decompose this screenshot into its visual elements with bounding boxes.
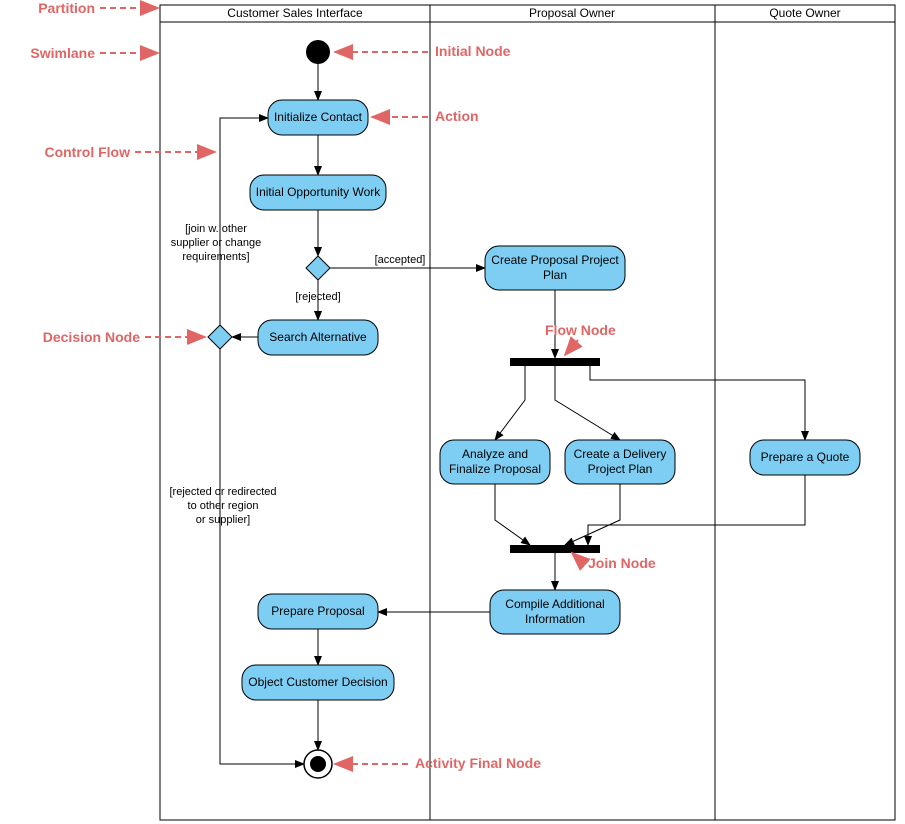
lane-header-1: Customer Sales Interface: [227, 6, 363, 20]
anno-arrow-flow-node: [565, 340, 578, 355]
label-object-customer: Object Customer Decision: [248, 675, 387, 689]
flow-fork-to-quote: [590, 366, 805, 440]
label-create-proposal-plan-1: Create Proposal Project: [491, 253, 619, 267]
label-analyze-2: Finalize Proposal: [449, 462, 541, 476]
annotation-partition: Partition: [38, 0, 95, 16]
decision-accept-reject: [306, 256, 330, 280]
annotation-join-node: Join Node: [588, 555, 656, 571]
label-compile-1: Compile Additional: [505, 597, 604, 611]
lane-header-3: Quote Owner: [769, 6, 840, 20]
guard-join1: [join w. other: [185, 223, 247, 235]
initial-node: [306, 40, 330, 64]
decision-alternative: [208, 325, 232, 349]
label-initial-opportunity: Initial Opportunity Work: [256, 185, 381, 199]
flow-analyze-to-join: [495, 484, 530, 545]
label-delivery-2: Project Plan: [588, 462, 653, 476]
lane-header-2: Proposal Owner: [529, 6, 615, 20]
flow-loop-back: [220, 118, 268, 325]
annotation-control-flow: Control Flow: [44, 144, 130, 160]
guard-accepted: [accepted]: [375, 254, 426, 266]
guard-rejected: [rejected]: [295, 291, 340, 303]
flow-fork-to-analyze: [495, 366, 525, 440]
annotation-initial-node: Initial Node: [435, 43, 511, 59]
label-delivery-1: Create a Delivery: [574, 447, 667, 461]
guard-join3: requirements]: [182, 251, 249, 263]
activity-final-node: [304, 750, 332, 778]
guard-redirect1: [rejected or redirected: [170, 486, 277, 498]
annotation-action: Action: [435, 108, 479, 124]
guard-join2: supplier or change: [171, 237, 262, 249]
flow-delivery-to-join: [565, 484, 620, 545]
join-node: [510, 545, 600, 553]
annotation-activity-final: Activity Final Node: [415, 755, 541, 771]
label-prepare-quote: Prepare a Quote: [761, 450, 850, 464]
flow-quote-to-join: [588, 475, 805, 545]
label-analyze-1: Analyze and: [462, 447, 528, 461]
annotation-swimlane: Swimlane: [30, 45, 95, 61]
annotation-flow-node: Flow Node: [545, 322, 616, 338]
anno-arrow-join-node: [572, 553, 582, 562]
flow-to-final-left: [220, 349, 304, 764]
label-initialize-contact: Initialize Contact: [274, 110, 363, 124]
guard-redirect3: or supplier]: [196, 514, 250, 526]
label-search-alternative: Search Alternative: [269, 330, 367, 344]
fork-node: [510, 358, 600, 366]
flow-fork-to-delivery: [555, 366, 620, 440]
label-create-proposal-plan-2: Plan: [543, 268, 567, 282]
guard-redirect2: to other region: [188, 500, 259, 512]
label-compile-2: Information: [525, 612, 585, 626]
annotation-decision-node: Decision Node: [43, 329, 140, 345]
label-prepare-proposal: Prepare Proposal: [271, 604, 364, 618]
